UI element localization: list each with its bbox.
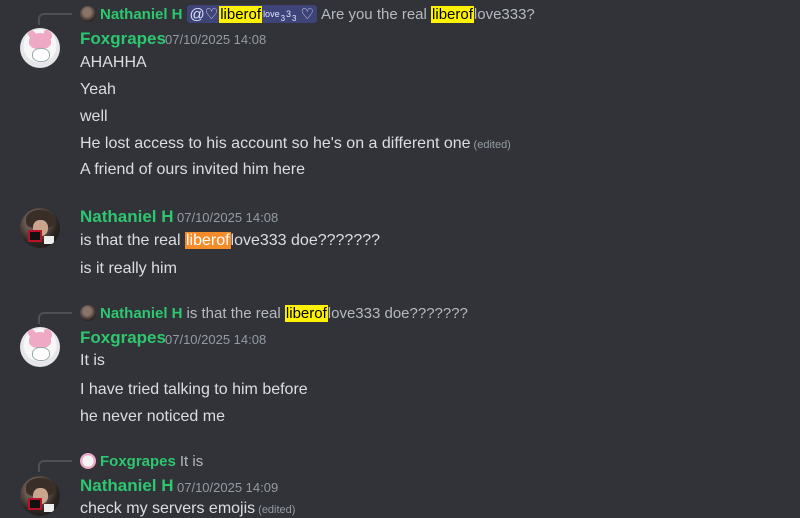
message-text: is that the real	[80, 232, 181, 249]
reply-avatar[interactable]	[80, 305, 96, 321]
message-line: he never noticed me	[80, 408, 225, 425]
user-mention[interactable]: @♡ liberof love 3 3 3 ♡	[186, 5, 317, 23]
author-name[interactable]: Nathaniel H	[80, 476, 174, 496]
author-name[interactable]: Foxgrapes	[80, 328, 166, 348]
search-highlight: liberof	[219, 5, 263, 23]
reply-text-part: Are you the real	[320, 5, 427, 23]
reply-text-part: love333?	[473, 5, 535, 23]
reply-author[interactable]: Nathaniel H	[100, 6, 183, 23]
message-line: is it really him	[80, 260, 177, 277]
message-line: well	[80, 108, 108, 125]
mention-love: love	[263, 9, 280, 19]
edited-label: (edited)	[473, 139, 511, 151]
reply-preview[interactable]: Nathaniel H is that the real liberoflove…	[80, 303, 468, 323]
author-name[interactable]: Nathaniel H	[80, 207, 174, 227]
reply-text[interactable]: It is	[180, 453, 203, 470]
mention-digit: 3	[292, 13, 297, 23]
reply-text-part: is that the real	[186, 304, 281, 322]
message-line: Yeah	[80, 81, 116, 98]
search-highlight-active: liberof	[184, 232, 231, 249]
author-name[interactable]: Foxgrapes	[80, 29, 166, 49]
reply-avatar[interactable]	[80, 453, 96, 469]
timestamp[interactable]: 07/10/2025 14:08	[177, 210, 278, 225]
timestamp[interactable]: 07/10/2025 14:08	[165, 332, 266, 347]
search-highlight: liberof	[284, 304, 328, 322]
reply-preview[interactable]: Nathaniel H @♡ liberof love 3 3 3 ♡ Are you th…	[80, 4, 535, 24]
message-line: A friend of ours invited him here	[80, 161, 306, 178]
mention-digit: 3	[286, 9, 292, 19]
reply-connector	[38, 312, 72, 324]
reply-text[interactable]: Are you the real liberoflove333?	[320, 5, 535, 23]
reply-preview[interactable]: Foxgrapes It is	[80, 451, 203, 471]
message-line: I have tried talking to him before	[80, 381, 308, 398]
message-text: check my servers emojis	[80, 500, 256, 517]
reply-connector	[38, 13, 72, 25]
message-line: He lost access to his account so he's on…	[80, 135, 511, 153]
avatar[interactable]	[20, 208, 60, 248]
message-line: AHAHHA	[80, 54, 147, 71]
timestamp[interactable]: 07/10/2025 14:09	[177, 480, 278, 495]
reply-author[interactable]: Nathaniel H	[100, 305, 183, 322]
edited-label: (edited)	[258, 504, 296, 516]
message-line: is that the real liberoflove333 doe?????…	[80, 232, 380, 250]
mention-digit: 3	[280, 13, 286, 23]
message-line: check my servers emojis (edited)	[80, 500, 295, 518]
mention-prefix: @♡	[189, 6, 219, 23]
timestamp[interactable]: 07/10/2025 14:08	[165, 32, 266, 47]
reply-author[interactable]: Foxgrapes	[100, 453, 176, 470]
avatar[interactable]	[20, 28, 60, 68]
search-highlight: liberof	[431, 5, 474, 23]
reply-avatar[interactable]	[80, 6, 96, 22]
avatar[interactable]	[20, 476, 60, 516]
mention-heart: ♡	[300, 6, 314, 23]
reply-connector	[38, 460, 72, 472]
reply-text[interactable]: is that the real liberoflove333 doe?????…	[186, 304, 468, 322]
message-text: He lost access to his account so he's on…	[80, 135, 471, 152]
message-line: It is	[80, 352, 105, 369]
message-text: love333 doe???????	[230, 232, 381, 249]
avatar[interactable]	[20, 327, 60, 367]
reply-text-part: love333 doe???????	[327, 304, 468, 322]
